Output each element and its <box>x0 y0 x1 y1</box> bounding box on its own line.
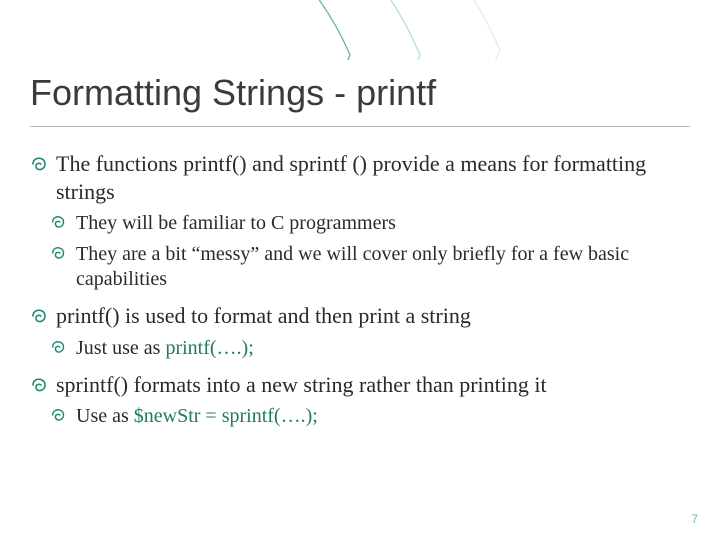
bullet-text: sprintf() formats into a new string rath… <box>56 372 547 397</box>
bullet-text-pre: Use as <box>76 405 134 427</box>
slide-body: The functions printf() and sprintf () pr… <box>30 150 680 435</box>
bullet-lvl2: Use as $newStr = sprintf(….); <box>50 404 680 429</box>
swirl-bullet-icon <box>30 374 50 394</box>
bullet-lvl2: They are a bit “messy” and we will cover… <box>50 242 680 292</box>
decor-arcs <box>0 0 720 60</box>
bullet-lvl1: The functions printf() and sprintf () pr… <box>30 150 680 205</box>
code-text: $newStr = sprintf(….); <box>134 405 318 427</box>
bullet-text: printf() is used to format and then prin… <box>56 303 471 328</box>
bullet-lvl2: They will be familiar to C programmers <box>50 211 680 236</box>
bullet-text: The functions printf() and sprintf () pr… <box>56 151 646 204</box>
bullet-text: They will be familiar to C programmers <box>76 212 396 234</box>
bullet-text: They are a bit “messy” and we will cover… <box>76 243 629 290</box>
slide-title: Formatting Strings - printf <box>30 72 690 114</box>
page-number: 7 <box>691 512 698 526</box>
swirl-bullet-icon <box>50 406 68 424</box>
title-underline <box>30 126 690 127</box>
bullet-lvl1: sprintf() formats into a new string rath… <box>30 371 680 399</box>
bullet-lvl2: Just use as printf(….); <box>50 336 680 361</box>
swirl-bullet-icon <box>30 305 50 325</box>
bullet-lvl1: printf() is used to format and then prin… <box>30 302 680 330</box>
swirl-bullet-icon <box>30 153 50 173</box>
slide: Formatting Strings - printf The function… <box>0 0 720 540</box>
code-text: printf(….); <box>165 337 253 359</box>
swirl-bullet-icon <box>50 338 68 356</box>
bullet-text-pre: Just use as <box>76 337 165 359</box>
swirl-bullet-icon <box>50 213 68 231</box>
swirl-bullet-icon <box>50 244 68 262</box>
